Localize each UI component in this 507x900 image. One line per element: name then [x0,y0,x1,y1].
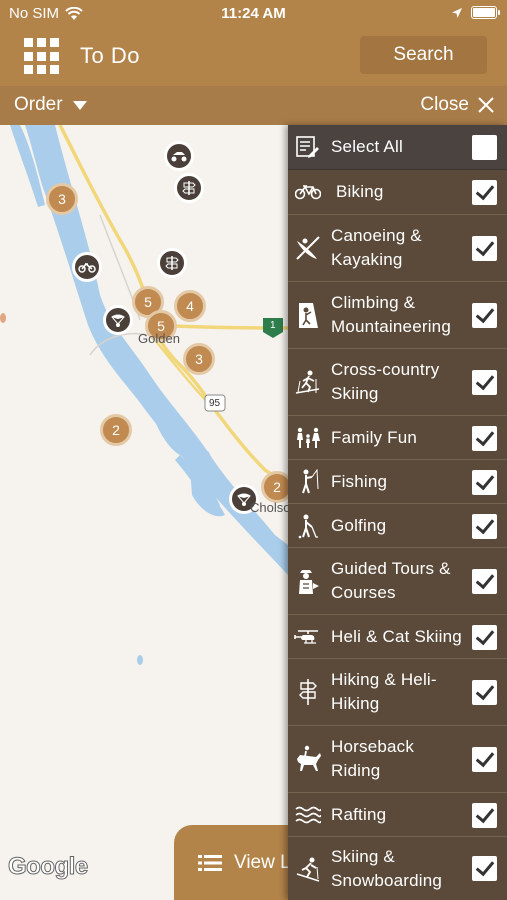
battery-icon [471,6,500,19]
google-logo: Google [8,853,89,881]
downhill-ski-icon [296,857,320,882]
helicopter-icon [294,629,318,644]
atv-icon [171,152,187,162]
filter-row-guided-tours[interactable]: Guided Tours & Courses [288,548,507,615]
filter-row-fishing[interactable]: Fishing [288,460,507,504]
page-title: To Do [80,43,140,68]
climbing-icon [299,303,318,328]
signpost-icon [165,256,179,270]
search-button[interactable]: Search [360,36,487,74]
map-cluster[interactable]: 3 [183,343,215,375]
filter-checkbox[interactable] [472,747,497,772]
filter-checkbox[interactable] [472,680,497,705]
map-label-golden: Golden [138,331,180,346]
map-label-cholso: Cholso [250,500,291,515]
app-grid-menu-icon[interactable] [24,38,61,75]
family-icon [297,427,320,448]
caret-down-icon [72,100,87,110]
filter-checkbox[interactable] [472,625,497,650]
map-cluster[interactable]: 3 [46,183,78,215]
filter-checkbox[interactable] [472,470,497,495]
filter-checkbox[interactable] [472,569,497,594]
close-icon [478,97,494,113]
close-label: Close [420,94,469,115]
filter-checkbox[interactable] [472,803,497,828]
filter-row-golfing[interactable]: Golfing [288,504,507,548]
map-cluster[interactable]: 2 [100,414,132,446]
list-edit-icon [296,136,319,158]
filter-checkbox[interactable] [472,426,497,451]
map-pin-paragliding[interactable] [103,305,133,335]
signpost-icon [299,679,317,705]
filter-row-rafting[interactable]: Rafting [288,793,507,837]
map-pin-biking[interactable] [72,252,102,282]
filter-row-heli-cat[interactable]: Heli & Cat Skiing [288,615,507,659]
filter-checkbox[interactable] [472,856,497,881]
waves-icon [295,806,321,823]
filter-bar: Order Close [0,86,507,125]
location-arrow-icon [452,7,462,18]
cross-country-ski-icon [295,370,320,394]
paraglider-icon [111,314,125,327]
signpost-icon [182,181,196,195]
app-header: To Do Search [0,28,507,86]
filter-checkbox[interactable] [472,180,497,205]
fishing-icon [302,468,319,493]
order-dropdown[interactable]: Order [14,94,87,116]
filter-row-cross-country[interactable]: Cross-country Skiing [288,349,507,416]
map-label-highway-95: 95 [209,398,221,409]
filter-row-skiing[interactable]: Skiing & Snowboarding [288,837,507,900]
close-button[interactable]: Close [420,94,495,116]
filter-row-family-fun[interactable]: Family Fun [288,416,507,460]
order-label: Order [14,94,63,115]
category-filter-panel: Select All Biking Canoeing & Kayaking Cl… [288,125,507,900]
status-bar: No SIM 11:24 AM [0,0,507,28]
list-icon [198,854,222,871]
map-cluster[interactable]: 4 [174,290,206,322]
map-label-highway-1: 1 [270,320,276,331]
horse-icon [297,745,321,771]
filter-row-horseback[interactable]: Horseback Riding [288,726,507,793]
bicycle-icon [78,262,96,273]
filter-row-select-all[interactable]: Select All [288,125,507,170]
filter-checkbox[interactable] [472,514,497,539]
filter-row-biking[interactable]: Biking [288,170,507,215]
map-pin-hiking[interactable] [174,173,204,203]
kayak-icon [296,236,320,260]
bicycle-icon [295,185,321,200]
map-pin-atv[interactable] [164,141,194,171]
golf-icon [298,514,318,538]
status-time: 11:24 AM [221,5,286,22]
filter-row-canoeing[interactable]: Canoeing & Kayaking [288,215,507,282]
select-all-checkbox[interactable] [472,135,497,160]
view-list-label: View L [234,851,291,873]
filter-checkbox[interactable] [472,236,497,261]
filter-checkbox[interactable] [472,303,497,328]
filter-checkbox[interactable] [472,370,497,395]
filter-row-hiking[interactable]: Hiking & Heli- Hiking [288,659,507,726]
map-pin-hiking[interactable] [157,248,187,278]
filter-row-climbing[interactable]: Climbing & Mountaineering [288,282,507,349]
guide-icon [299,570,319,594]
